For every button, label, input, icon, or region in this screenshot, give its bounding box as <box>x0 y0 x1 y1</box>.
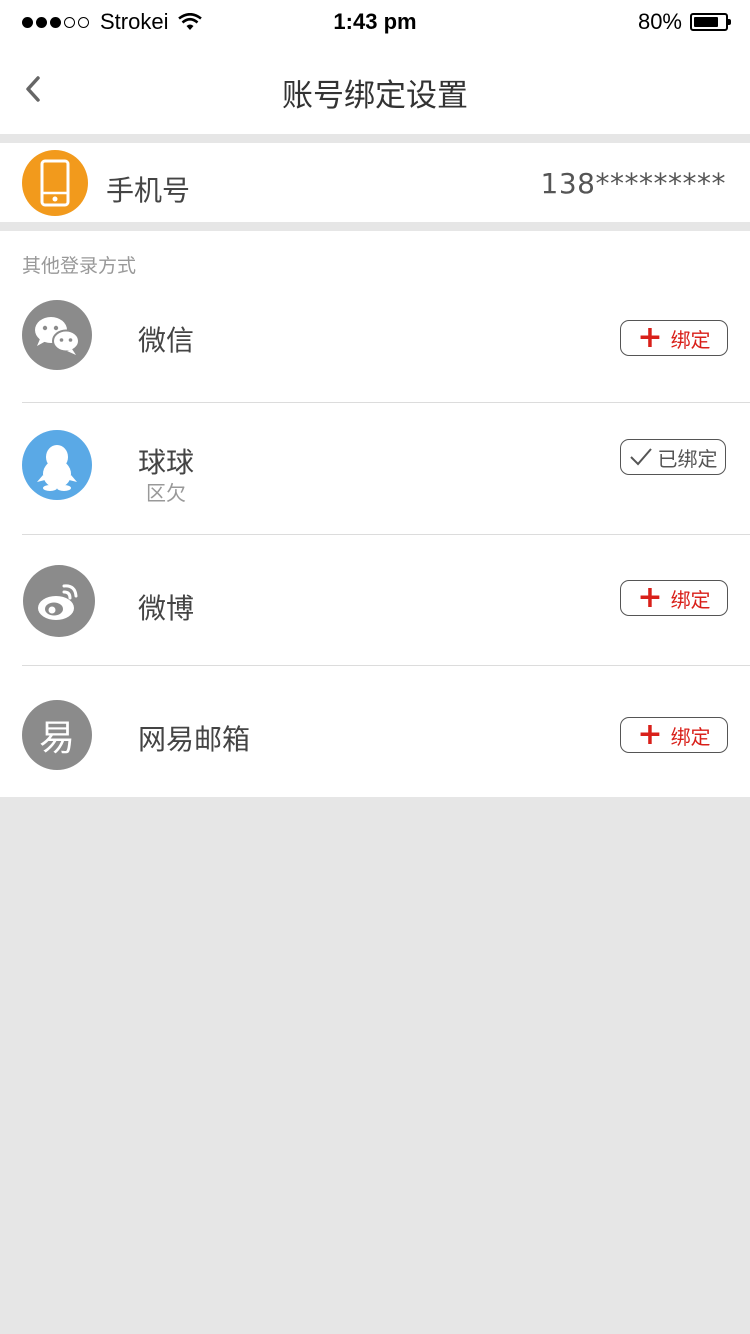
account-subtitle: 区欠 <box>146 481 186 505</box>
mobile-phone-icon <box>22 150 88 216</box>
section-label: 其他登录方式 <box>22 255 137 277</box>
bind-button-weibo[interactable]: + 绑定 <box>620 580 728 616</box>
bind-label: 绑定 <box>670 587 711 612</box>
battery-icon <box>690 13 731 31</box>
bind-label: 绑定 <box>670 327 711 352</box>
phone-number-row[interactable]: 手机号 138********* <box>0 143 750 222</box>
page-title: 账号绑定设置 <box>282 78 468 114</box>
account-name: 网易邮箱 <box>138 723 251 756</box>
phone-label: 手机号 <box>106 174 191 207</box>
account-row-weibo: 微博 + 绑定 <box>0 535 750 666</box>
weibo-icon <box>23 565 95 637</box>
plus-icon: + <box>637 320 663 355</box>
account-name: 微信 <box>138 324 195 357</box>
plus-icon: + <box>637 717 663 752</box>
netease-icon: 易 <box>22 700 92 770</box>
account-row-qiuqiu: 球球 区欠 已绑定 <box>0 403 750 535</box>
bind-button-wechat[interactable]: + 绑定 <box>620 320 728 356</box>
bind-button-netease[interactable]: + 绑定 <box>620 717 728 753</box>
status-right: 80% <box>637 9 731 35</box>
phone-value: 138********* <box>540 167 726 200</box>
wechat-icon <box>22 300 92 370</box>
checkmark-icon <box>629 448 652 466</box>
bind-label: 绑定 <box>670 724 711 749</box>
bound-button-qiuqiu[interactable]: 已绑定 <box>620 439 726 475</box>
qq-penguin-icon <box>22 430 92 500</box>
account-name: 球球 <box>138 446 195 479</box>
netease-glyph: 易 <box>38 718 75 759</box>
account-row-wechat: 微信 + 绑定 <box>0 289 750 403</box>
status-bar: Strokei 1:43 pm 80% <box>0 0 750 44</box>
battery-level <box>694 17 718 27</box>
battery-percent: 80% <box>637 9 682 34</box>
bound-label: 已绑定 <box>657 446 718 471</box>
account-name: 微博 <box>138 592 195 625</box>
other-login-section: 其他登录方式 微信 + 绑定 球球 区欠 已绑定 微博 + 绑定 易 网易邮箱 … <box>0 231 750 797</box>
navigation-bar: 账号绑定设置 <box>0 44 750 134</box>
plus-icon: + <box>637 580 663 615</box>
account-row-netease: 易 网易邮箱 + 绑定 <box>0 666 750 797</box>
